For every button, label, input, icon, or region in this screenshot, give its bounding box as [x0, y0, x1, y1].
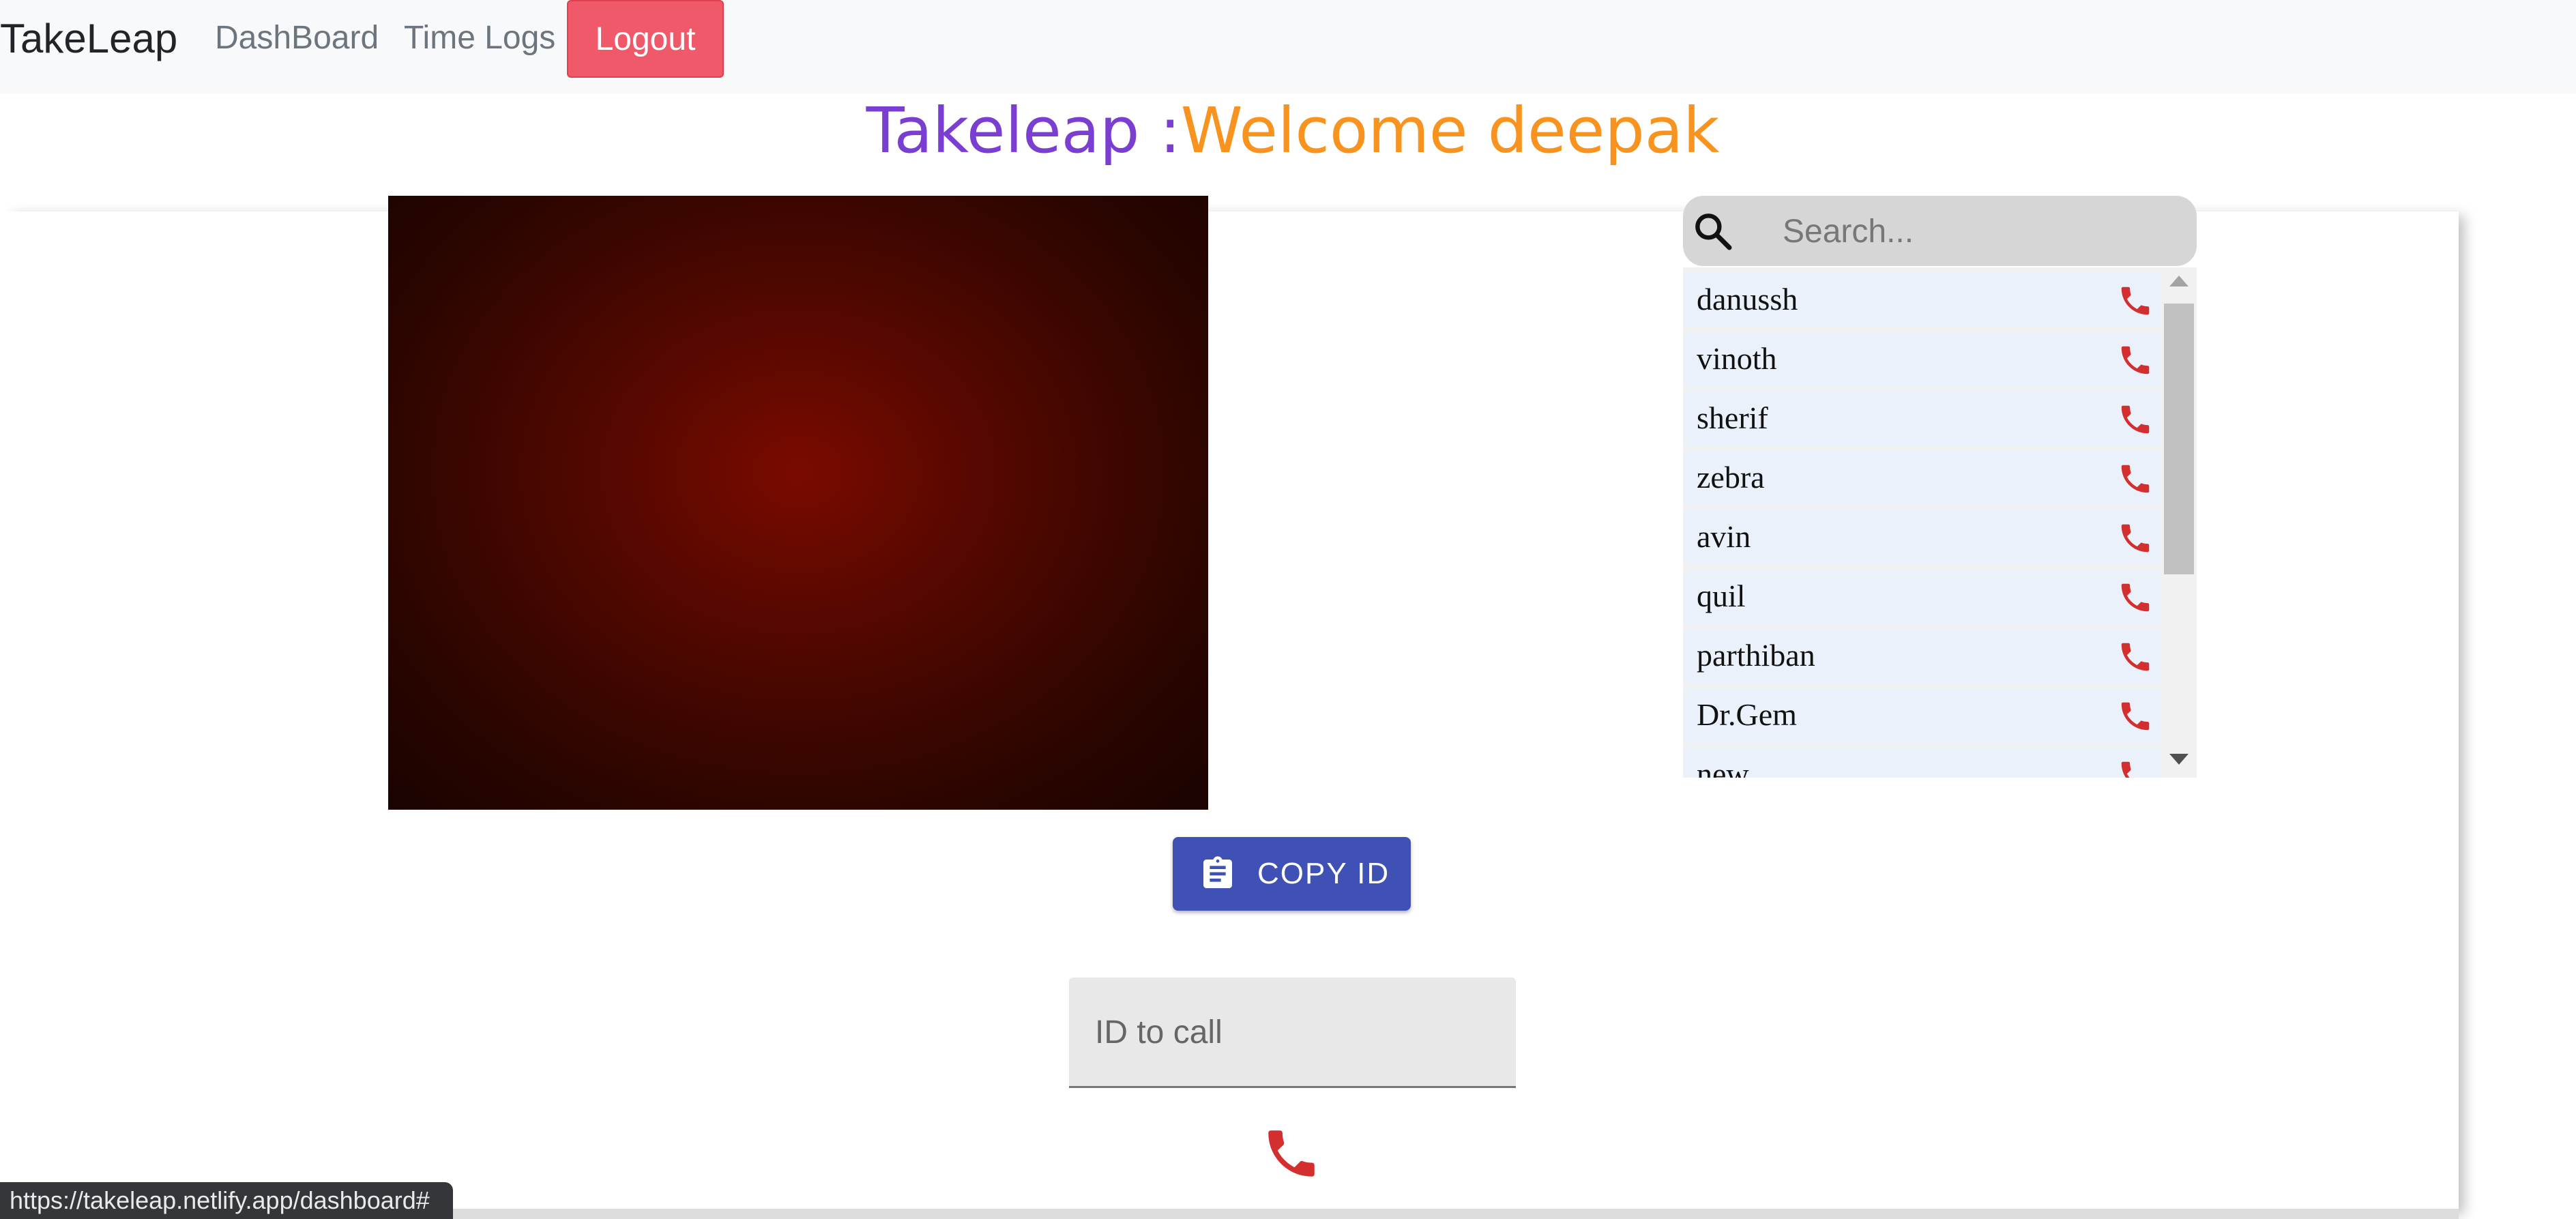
list-item[interactable]: zebra	[1685, 451, 2163, 505]
copy-id-button[interactable]: COPY ID	[1173, 837, 1411, 911]
phone-icon[interactable]	[2117, 282, 2154, 319]
list-item[interactable]: vinoth	[1685, 332, 2163, 387]
phone-icon[interactable]	[2117, 579, 2154, 616]
phone-icon[interactable]	[2117, 638, 2154, 675]
phone-icon[interactable]	[2117, 460, 2154, 497]
user-list-scrollbar[interactable]	[2161, 267, 2197, 778]
user-name: danussh	[1697, 282, 1798, 317]
user-list: danussh vinoth sherif zebra avin quil pa…	[1683, 267, 2197, 778]
logout-button[interactable]: Logout	[567, 0, 724, 78]
phone-icon[interactable]	[2117, 342, 2154, 379]
list-item[interactable]: quil	[1685, 570, 2163, 624]
user-name: parthiban	[1697, 638, 1815, 673]
list-item[interactable]: new	[1685, 748, 2163, 778]
scroll-up-arrow-icon[interactable]	[2169, 276, 2189, 287]
phone-icon[interactable]	[2117, 520, 2154, 557]
user-name: Dr.Gem	[1697, 697, 1797, 732]
phone-icon[interactable]	[2117, 698, 2154, 735]
search-icon	[1695, 214, 1732, 250]
user-name: new	[1697, 757, 1749, 778]
user-name: sherif	[1697, 400, 1768, 435]
page-title: Takeleap :Welcome deepak	[0, 94, 2576, 167]
user-name: vinoth	[1697, 341, 1777, 376]
id-to-call-input[interactable]	[1094, 1008, 1492, 1057]
list-item[interactable]: Dr.Gem	[1685, 688, 2163, 743]
user-name: zebra	[1697, 460, 1765, 495]
nav-link-time-logs[interactable]: Time Logs	[404, 19, 555, 57]
scroll-thumb[interactable]	[2164, 304, 2194, 574]
user-name: quil	[1697, 578, 1746, 613]
nav-link-dashboard[interactable]: DashBoard	[215, 19, 379, 57]
status-bar-url: https://takeleap.netlify.app/dashboard#	[0, 1182, 453, 1219]
title-prefix: Takeleap :	[866, 94, 1181, 167]
list-item[interactable]: parthiban	[1685, 629, 2163, 684]
copy-id-label: COPY ID	[1257, 857, 1390, 890]
list-item[interactable]: avin	[1685, 510, 2163, 565]
navbar: TakeLeap DashBoard Time Logs Logout	[0, 0, 2576, 93]
search-bar	[1683, 196, 2197, 266]
search-input[interactable]	[1781, 207, 2180, 256]
title-welcome: Welcome deepak	[1180, 94, 1720, 167]
phone-icon[interactable]	[2117, 757, 2154, 778]
id-to-call-field	[1069, 978, 1516, 1088]
call-button-phone-icon[interactable]	[1261, 1123, 1322, 1184]
user-name: avin	[1697, 519, 1751, 554]
phone-icon[interactable]	[2117, 401, 2154, 438]
scroll-down-arrow-icon[interactable]	[2169, 754, 2189, 765]
list-item[interactable]: sherif	[1685, 392, 2163, 446]
clipboard-icon	[1203, 856, 1232, 888]
brand-logo[interactable]: TakeLeap	[0, 15, 177, 62]
local-video	[388, 196, 1208, 810]
list-item[interactable]: danussh	[1685, 273, 2163, 327]
